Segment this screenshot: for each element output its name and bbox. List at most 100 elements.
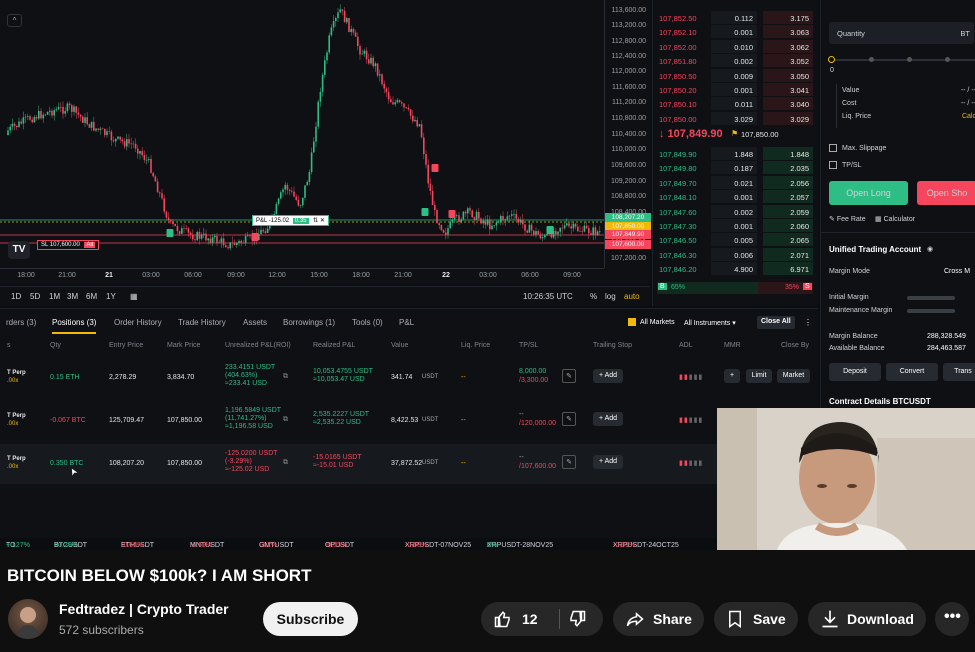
bid-row[interactable]: 107,846.30 0.006 2.071 [653, 247, 819, 262]
trade-marker[interactable] [421, 208, 429, 216]
stop-loss-label[interactable]: SL 107,600.00 All [37, 240, 100, 250]
margin-mode-value[interactable]: Cross M [944, 268, 970, 275]
ask-row[interactable]: 107,850.20 0.001 3.041 [653, 83, 819, 97]
tab-tools[interactable]: Tools (0) [352, 318, 383, 327]
close-all-button[interactable]: Close All [757, 316, 795, 329]
subscribe-button[interactable]: Subscribe [263, 602, 358, 636]
bid-row[interactable]: 107,847.60 0.002 2.059 [653, 204, 819, 219]
column-header[interactable]: Value [391, 342, 408, 349]
close-icon[interactable]: ⇅ ✕ [313, 218, 325, 224]
download-button[interactable]: Download [808, 602, 926, 636]
column-header[interactable]: MMR [724, 342, 741, 349]
edit-tpsl-icon[interactable]: ✎ [562, 369, 576, 383]
close-add-icon[interactable]: + [724, 369, 740, 383]
channel-name[interactable]: Fedtradez | Crypto Trader [59, 601, 229, 617]
chevron-up-icon[interactable]: ^ [7, 14, 22, 27]
market-close-button[interactable]: Market [777, 369, 810, 383]
eye-icon[interactable]: ◉ [927, 245, 933, 253]
tf-6m[interactable]: 6M [86, 292, 97, 301]
column-header[interactable]: Close By [781, 342, 809, 349]
trade-marker[interactable] [431, 164, 439, 172]
time-axis[interactable]: 18:00 21:00 21 03:00 06:00 09:00 12:00 15:00 18:… [0, 268, 604, 284]
ask-row[interactable]: 107,850.00 3.029 3.029 [653, 111, 819, 126]
ask-row[interactable]: 107,851.80 0.002 3.052 [653, 54, 819, 68]
tab-assets[interactable]: Assets [243, 318, 267, 327]
tf-1y[interactable]: 1Y [106, 292, 116, 301]
tpsl-checkbox[interactable]: TP/SL [829, 161, 861, 169]
save-button[interactable]: Save [714, 602, 798, 636]
tab-pnl[interactable]: P&L [399, 318, 414, 327]
calculator-link[interactable]: ▦ Calculator [875, 215, 915, 223]
sl-all-badge[interactable]: All [84, 242, 96, 248]
channel-avatar[interactable] [8, 599, 48, 639]
ask-row[interactable]: 107,852.10 0.001 3.063 [653, 25, 819, 39]
open-short-button[interactable]: Open Sho [917, 181, 975, 205]
tab-orders[interactable]: rders (3) [6, 318, 36, 327]
column-header[interactable]: Realized P&L [313, 342, 355, 349]
open-long-button[interactable]: Open Long [829, 181, 908, 205]
price-axis[interactable]: 113,600.00 113,200.00 112,800.00 112,400.00… [604, 0, 651, 268]
column-header[interactable]: Mark Price [167, 342, 200, 349]
convert-button[interactable]: Convert [886, 363, 938, 381]
share-pnl-icon[interactable]: ⧉ [283, 416, 288, 424]
quantity-input[interactable]: Quantity BT [829, 22, 974, 44]
bid-row[interactable]: 107,847.30 0.001 2.060 [653, 219, 819, 233]
share-pnl-icon[interactable]: ⧉ [283, 373, 288, 381]
calendar-icon[interactable]: ▦ [130, 292, 138, 301]
share-pnl-icon[interactable]: ⧉ [283, 459, 288, 467]
quantity-unit[interactable]: BT [960, 29, 970, 38]
tf-1m[interactable]: 1M [49, 292, 60, 301]
more-icon[interactable]: ⋮ [804, 318, 812, 327]
edit-tpsl-icon[interactable]: ✎ [562, 412, 576, 426]
column-header[interactable]: ADL [679, 342, 693, 349]
dislike-button[interactable] [561, 602, 603, 636]
column-header[interactable]: Entry Price [109, 342, 143, 349]
add-trailing-stop-button[interactable]: + Add [593, 455, 623, 469]
transfer-button[interactable]: Trans [943, 363, 975, 381]
tf-5d[interactable]: 5D [30, 292, 40, 301]
all-markets-checkbox[interactable]: All Markets [628, 318, 675, 326]
limit-close-button[interactable]: Limit [746, 369, 772, 383]
column-header[interactable]: Liq. Price [461, 342, 490, 349]
log-toggle[interactable]: log [605, 292, 616, 301]
tab-trade-history[interactable]: Trade History [178, 318, 226, 327]
bid-row[interactable]: 107,849.80 0.187 2.035 [653, 161, 819, 175]
ask-row[interactable]: 107,850.50 0.009 3.050 [653, 68, 819, 83]
deposit-button[interactable]: Deposit [829, 363, 881, 381]
add-trailing-stop-button[interactable]: + Add [593, 369, 623, 383]
video-player[interactable]: ^ 113,600.00 113,200.00 112,800.00 112,400.… [0, 0, 975, 550]
column-header[interactable]: s [7, 342, 11, 349]
price-chart[interactable]: ^ 113,600.00 113,200.00 112,800.00 112,400.… [0, 0, 651, 286]
bid-row[interactable]: 107,846.50 0.005 2.065 [653, 233, 819, 247]
share-button[interactable]: Share [613, 602, 704, 636]
tf-3m[interactable]: 3M [67, 292, 78, 301]
auto-toggle[interactable]: auto [624, 292, 640, 301]
tab-borrowings[interactable]: Borrowings (1) [283, 318, 335, 327]
bid-row[interactable]: 107,848.10 0.001 2.057 [653, 190, 819, 204]
trade-marker[interactable] [166, 229, 174, 237]
percent-toggle[interactable]: % [590, 292, 597, 301]
column-header[interactable]: Qty [50, 342, 61, 349]
like-button[interactable]: 12 [481, 602, 553, 636]
column-header[interactable]: TP/SL [519, 342, 538, 349]
max-slippage-checkbox[interactable]: Max. Slippage [829, 144, 886, 152]
add-trailing-stop-button[interactable]: + Add [593, 412, 623, 426]
ask-row[interactable]: 107,850.10 0.011 3.040 [653, 97, 819, 111]
tab-order-history[interactable]: Order History [114, 318, 162, 327]
fee-rate-link[interactable]: ✎ Fee Rate [829, 215, 866, 223]
trade-marker[interactable] [546, 226, 554, 234]
ask-row[interactable]: 107,852.50 0.112 3.175 [653, 11, 819, 25]
tf-1d[interactable]: 1D [11, 292, 21, 301]
column-header[interactable]: Unrealized P&L(ROI) [225, 342, 291, 349]
column-header[interactable]: Trailing Stop [593, 342, 632, 349]
tab-positions[interactable]: Positions (3) [52, 318, 97, 334]
ask-row[interactable]: 107,852.00 0.010 3.062 [653, 39, 819, 54]
edit-tpsl-icon[interactable]: ✎ [562, 455, 576, 469]
more-actions-button[interactable]: ••• [935, 602, 969, 636]
trade-marker[interactable] [448, 210, 456, 218]
trade-marker[interactable] [251, 233, 259, 241]
all-instruments-select[interactable]: All Instruments ▾ [684, 319, 736, 327]
bid-row[interactable]: 107,846.20 4.900 6.971 [653, 262, 819, 276]
pnl-label[interactable]: P&L -125.02 0.35 ⇅ ✕ [252, 215, 329, 226]
quantity-slider[interactable] [828, 56, 975, 63]
